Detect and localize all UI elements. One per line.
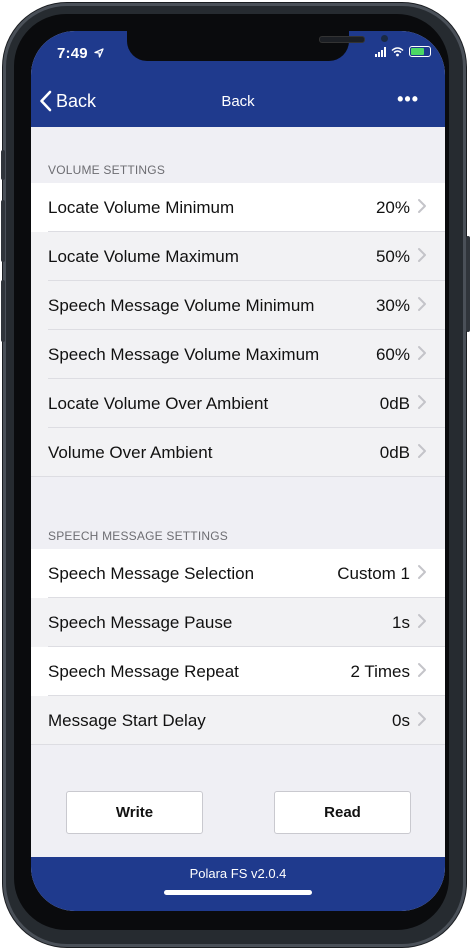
row-label: Speech Message Volume Maximum: [48, 344, 320, 364]
navigation-bar: 7:49 Back Back •••: [31, 31, 445, 127]
row-label: Volume Over Ambient: [48, 442, 213, 462]
nav-title: Back: [221, 93, 255, 110]
row-value: 1s: [392, 612, 410, 632]
row-label: Speech Message Pause: [48, 612, 233, 632]
side-button-volume-up: [1, 200, 5, 262]
chevron-right-icon: [418, 199, 426, 213]
row-label: Locate Volume Over Ambient: [48, 393, 269, 413]
row-locate-volume-minimum[interactable]: Locate Volume Minimum 20%: [31, 183, 445, 232]
row-value: 60%: [375, 344, 410, 364]
chevron-right-icon: [418, 248, 426, 262]
battery-icon: [409, 46, 431, 57]
row-value: 30%: [375, 295, 410, 315]
row-value: 20%: [375, 197, 410, 217]
wifi-icon: [391, 46, 404, 56]
row-volume-over-ambient[interactable]: Volume Over Ambient 0dB: [31, 428, 445, 477]
row-speech-message-selection[interactable]: Speech Message Selection Custom 1: [31, 549, 445, 598]
row-speech-volume-maximum[interactable]: Speech Message Volume Maximum 60%: [31, 330, 445, 379]
row-value: 0dB: [379, 393, 410, 413]
location-arrow-icon: [94, 48, 104, 58]
row-label: Locate Volume Maximum: [48, 246, 239, 266]
status-indicators: [375, 46, 431, 57]
row-label: Speech Message Repeat: [48, 661, 239, 681]
status-time-text: 7:49: [57, 45, 88, 62]
chevron-right-icon: [418, 444, 426, 458]
section-header-volume: VOLUME SETTINGS: [48, 163, 166, 177]
chevron-right-icon: [418, 614, 426, 628]
status-time: 7:49: [57, 45, 104, 62]
row-value: 2 Times: [350, 661, 410, 681]
cellular-signal-icon: [375, 46, 386, 57]
section-header-speech: SPEECH MESSAGE SETTINGS: [48, 529, 228, 543]
row-locate-volume-over-ambient[interactable]: Locate Volume Over Ambient 0dB: [31, 379, 445, 428]
device-notch: [127, 31, 388, 61]
ellipsis-icon[interactable]: •••: [397, 89, 419, 110]
row-value: Custom 1: [337, 563, 410, 583]
row-value: 0s: [392, 710, 410, 730]
chevron-right-icon: [418, 663, 426, 677]
side-button-volume-down: [1, 280, 5, 342]
row-label: Message Start Delay: [48, 710, 206, 730]
row-message-start-delay[interactable]: Message Start Delay 0s: [31, 696, 445, 745]
chevron-right-icon: [418, 565, 426, 579]
row-label: Locate Volume Minimum: [48, 197, 235, 217]
row-label: Speech Message Selection: [48, 563, 255, 583]
row-speech-message-pause[interactable]: Speech Message Pause 1s: [31, 598, 445, 647]
row-label: Speech Message Volume Minimum: [48, 295, 315, 315]
read-button[interactable]: Read: [274, 791, 411, 834]
row-speech-message-repeat[interactable]: Speech Message Repeat 2 Times: [31, 647, 445, 696]
side-button-silent: [1, 150, 5, 180]
footer-bar: Polara FS v2.0.4: [31, 857, 445, 911]
front-camera: [381, 35, 388, 42]
side-button-power: [466, 236, 470, 332]
speaker-grille: [319, 36, 365, 43]
app-version: Polara FS v2.0.4: [189, 866, 287, 881]
home-indicator[interactable]: [164, 890, 312, 895]
row-value: 0dB: [379, 442, 410, 462]
write-button[interactable]: Write: [66, 791, 203, 834]
row-locate-volume-maximum[interactable]: Locate Volume Maximum 50%: [31, 232, 445, 281]
row-value: 50%: [375, 246, 410, 266]
chevron-right-icon: [418, 712, 426, 726]
chevron-right-icon: [418, 395, 426, 409]
app-screen: 7:49 Back Back ••• VOLUME SETTINGS Locat…: [31, 31, 445, 911]
chevron-right-icon: [418, 346, 426, 360]
settings-list: VOLUME SETTINGS Locate Volume Minimum 20…: [31, 127, 445, 745]
row-speech-volume-minimum[interactable]: Speech Message Volume Minimum 30%: [31, 281, 445, 330]
chevron-right-icon: [418, 297, 426, 311]
